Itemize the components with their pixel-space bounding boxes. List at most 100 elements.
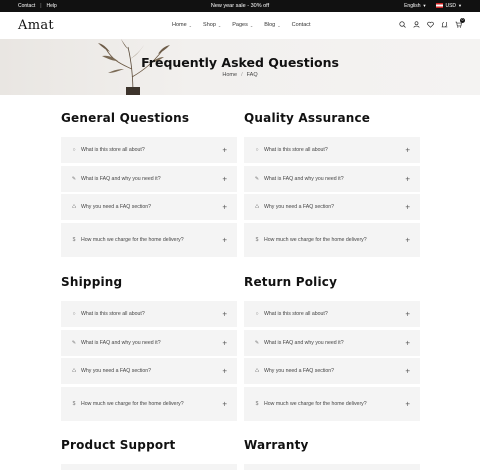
faq-item[interactable]: $ How much we charge for the home deliver… (61, 386, 237, 421)
section-title: Warranty (244, 438, 309, 452)
recycle-icon: ♺ (254, 368, 260, 374)
faq-question: How much we charge for the home delivery… (264, 236, 367, 243)
nav-item-home[interactable]: Home ⌄ (172, 22, 192, 28)
main-nav: Home ⌄ Shop ⌄ Pages ⌄ Blog ⌄ Contact (172, 22, 311, 28)
nav-item-blog[interactable]: Blog ⌄ (264, 22, 280, 28)
faq-item[interactable]: ✎ What is FAQ and why you need it? + (61, 165, 237, 192)
faq-item[interactable]: ✎ What is FAQ and why you need it? + (244, 329, 420, 356)
account-icon[interactable] (413, 21, 420, 28)
recycle-icon: ♺ (71, 368, 77, 374)
faq-item[interactable]: ○ What is this store all about? + (244, 301, 420, 327)
dollar-icon: $ (72, 400, 76, 407)
pencil-icon: ✎ (254, 175, 260, 182)
search-icon[interactable] (399, 21, 406, 28)
faq-question: Why you need a FAQ section? (81, 368, 152, 374)
logo[interactable]: Amat (18, 18, 54, 33)
plus-icon: + (405, 338, 410, 347)
recycle-icon: ♺ (254, 204, 260, 210)
header-icons: 0 (399, 18, 465, 28)
topbar-selectors: English ▼ USD ▼ (404, 3, 462, 9)
page-title: Frequently Asked Questions (141, 55, 339, 70)
faq-question: Why you need a FAQ section? (81, 204, 152, 210)
faq-question: Why you need a FAQ section? (264, 204, 335, 210)
breadcrumb: Home / FAQ (0, 72, 480, 78)
faq-question: How much we charge for the home delivery… (81, 400, 184, 407)
faq-question: What is FAQ and why you need it? (264, 339, 344, 346)
chevron-down-icon: ⌄ (277, 22, 281, 28)
faq-item[interactable]: ○ What is this store all about? + (61, 301, 237, 327)
faq-item[interactable]: ♺ Why you need a FAQ section? + (61, 358, 237, 384)
faq-item[interactable]: ✎ What is FAQ and why you need it? + (244, 165, 420, 192)
plus-icon: + (405, 145, 410, 155)
faq-item[interactable]: ✎ What is FAQ and why you need it? + (61, 329, 237, 356)
faq-item[interactable]: $ How much we charge for the home deliver… (61, 222, 237, 257)
plus-icon: + (222, 399, 227, 408)
dollar-icon: $ (255, 236, 259, 243)
currency-label: USD (445, 3, 457, 9)
plus-icon: + (405, 202, 410, 212)
section-title: Shipping (61, 275, 123, 289)
faq-question: What is this store all about? (81, 147, 145, 153)
plus-icon: + (405, 366, 410, 376)
faq-item[interactable]: ○ What is this store all about? + (61, 137, 237, 163)
plus-icon: + (222, 145, 227, 155)
plus-icon: + (222, 309, 227, 319)
chevron-down-icon: ⌄ (249, 22, 254, 28)
faq-item[interactable]: ♺ Why you need a FAQ section? + (244, 358, 420, 384)
chevron-down-icon: ▼ (422, 3, 427, 8)
plus-icon: + (222, 338, 227, 347)
circle-icon: ○ (255, 311, 259, 317)
section-title: General Questions (61, 111, 190, 125)
faq-item[interactable]: ♺ Why you need a FAQ section? + (244, 194, 420, 220)
breadcrumb-current: FAQ (246, 72, 258, 78)
recycle-icon: ♺ (71, 204, 77, 210)
language-selector[interactable]: English ▼ (404, 3, 426, 9)
wishlist-icon[interactable] (427, 21, 434, 28)
faq-question: Why you need a FAQ section? (264, 368, 335, 374)
faq-section-quality: Quality Assurance ○ What is this store al… (244, 111, 420, 259)
circle-icon: ○ (72, 311, 76, 317)
plus-icon: + (405, 399, 410, 408)
nav-label: Contact (291, 22, 311, 28)
faq-item[interactable]: ♺ Why you need a FAQ section? + (61, 194, 237, 220)
faq-section-warranty: Warranty (244, 438, 420, 470)
section-title: Product Support (61, 438, 176, 452)
section-title: Quality Assurance (244, 111, 371, 125)
faq-item[interactable]: $ How much we charge for the home deliver… (244, 386, 420, 421)
plus-icon: + (222, 174, 227, 183)
faq-question: What is this store all about? (264, 147, 328, 153)
circle-icon: ○ (72, 147, 76, 153)
pencil-icon: ✎ (254, 339, 260, 346)
chevron-down-icon: ▼ (458, 3, 462, 8)
faq-item[interactable]: $ How much we charge for the home deliver… (244, 222, 420, 257)
language-label: English (404, 3, 421, 9)
faq-question: What is this store all about? (81, 311, 145, 317)
faq-section-return: Return Policy ○ What is this store all ab… (244, 275, 420, 423)
nav-item-pages[interactable]: Pages ⌄ (232, 22, 253, 28)
cart-count-badge: 0 (460, 18, 465, 23)
cart-button[interactable]: 0 (455, 18, 465, 28)
dollar-icon: $ (255, 400, 259, 407)
plus-icon: + (222, 202, 227, 212)
site-header: Amat Home ⌄ Shop ⌄ Pages ⌄ Blog ⌄ Contact 0 (0, 12, 480, 39)
chevron-down-icon: ⌄ (217, 22, 222, 28)
nav-item-shop[interactable]: Shop ⌄ (203, 22, 221, 28)
dollar-icon: $ (72, 236, 76, 243)
pencil-icon: ✎ (71, 175, 77, 182)
faq-item[interactable] (244, 464, 420, 470)
plus-icon: + (222, 235, 227, 244)
section-title: Return Policy (244, 275, 338, 289)
nav-item-contact[interactable]: Contact (292, 22, 311, 28)
chevron-down-icon: ⌄ (188, 22, 193, 28)
faq-question: What is FAQ and why you need it? (81, 175, 161, 182)
faq-question: How much we charge for the home delivery… (81, 236, 184, 243)
faq-item[interactable]: ○ What is this store all about? + (244, 137, 420, 163)
faq-section-general: General Questions ○ What is this store al… (61, 111, 237, 259)
breadcrumb-separator: / (241, 72, 243, 78)
breadcrumb-home-link[interactable]: Home (222, 72, 237, 78)
compare-icon[interactable] (441, 21, 448, 28)
plus-icon: + (222, 366, 227, 376)
faq-item[interactable] (61, 464, 237, 470)
plus-icon: + (405, 309, 410, 319)
currency-selector[interactable]: USD ▼ (436, 3, 462, 9)
